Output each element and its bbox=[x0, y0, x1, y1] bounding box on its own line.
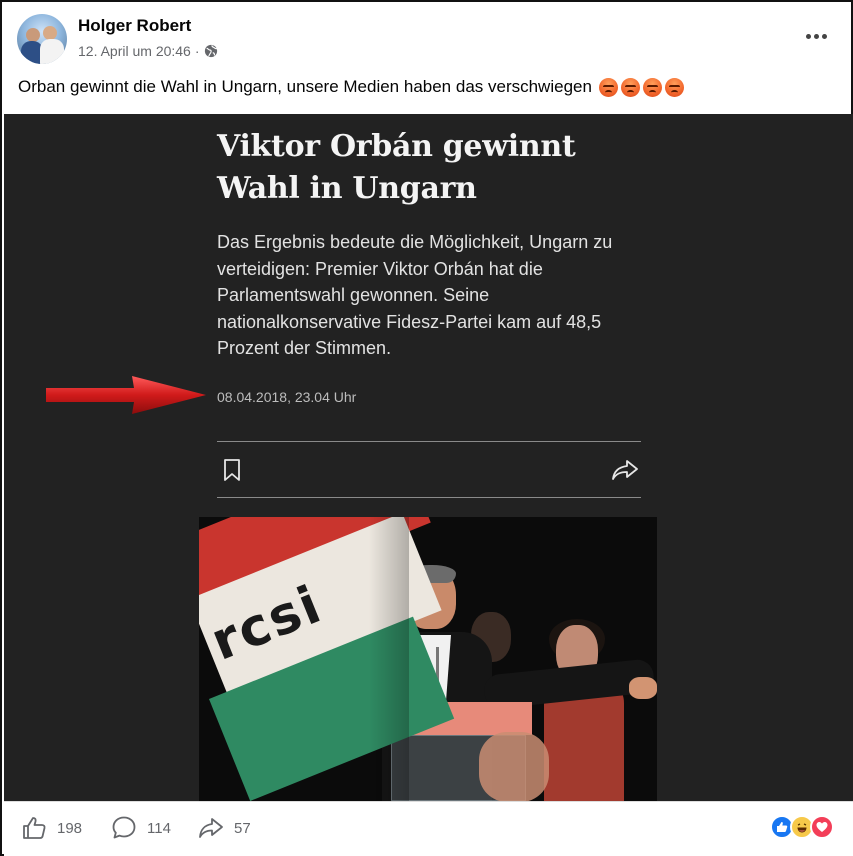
angry-emoji-group bbox=[596, 77, 684, 97]
comment-count: 114 bbox=[147, 819, 171, 837]
post-timestamp[interactable]: 12. April um 20:46 bbox=[78, 43, 191, 59]
angry-emoji-icon bbox=[620, 77, 640, 97]
article-photo[interactable]: rcsi bbox=[199, 517, 657, 801]
article-headline: Viktor Orbán gewinnt Wahl in Ungarn bbox=[217, 129, 576, 206]
meta-separator: · bbox=[194, 43, 200, 59]
post-meta: 12. April um 20:46 · bbox=[78, 43, 218, 59]
comment-icon bbox=[112, 816, 136, 839]
divider bbox=[217, 441, 641, 442]
love-reaction-icon bbox=[810, 815, 834, 839]
angry-emoji-icon bbox=[664, 77, 684, 97]
flag-shadow bbox=[369, 517, 409, 801]
article-date: 08.04.2018, 23.04 Uhr bbox=[217, 389, 357, 405]
post-text: Orban gewinnt die Wahl in Ungarn, unsere… bbox=[18, 77, 684, 97]
reactions-summary[interactable] bbox=[770, 815, 834, 839]
red-arrow-annotation-icon bbox=[46, 376, 206, 414]
facebook-post: Holger Robert 12. April um 20:46 · Orban… bbox=[0, 0, 853, 856]
angry-emoji-icon bbox=[598, 77, 618, 97]
article-screenshot[interactable]: Viktor Orbán gewinnt Wahl in Ungarn Das … bbox=[4, 114, 853, 801]
more-options-icon[interactable] bbox=[803, 26, 829, 46]
speaker-hand bbox=[629, 677, 657, 699]
post-text-content: Orban gewinnt die Wahl in Ungarn, unsere… bbox=[18, 77, 592, 96]
angry-emoji-icon bbox=[642, 77, 662, 97]
author-avatar[interactable] bbox=[17, 14, 67, 64]
article-teaser: Das Ergebnis bedeute die Möglichkeit, Un… bbox=[217, 232, 613, 358]
author-name[interactable]: Holger Robert bbox=[78, 16, 191, 36]
divider bbox=[217, 497, 641, 498]
thumbs-up-icon bbox=[23, 817, 46, 839]
share-count: 57 bbox=[234, 819, 251, 837]
like-count: 198 bbox=[57, 819, 83, 837]
comment-button[interactable]: 114 bbox=[111, 815, 171, 841]
bookmark-icon[interactable] bbox=[223, 458, 241, 482]
share-icon[interactable] bbox=[611, 458, 639, 482]
action-bar: 198 114 57 bbox=[4, 801, 853, 856]
crowd-hand bbox=[479, 732, 549, 801]
globe-icon bbox=[204, 44, 217, 58]
share-arrow-icon bbox=[199, 818, 223, 838]
like-button[interactable]: 198 bbox=[21, 815, 82, 841]
share-button[interactable]: 57 bbox=[198, 815, 251, 841]
